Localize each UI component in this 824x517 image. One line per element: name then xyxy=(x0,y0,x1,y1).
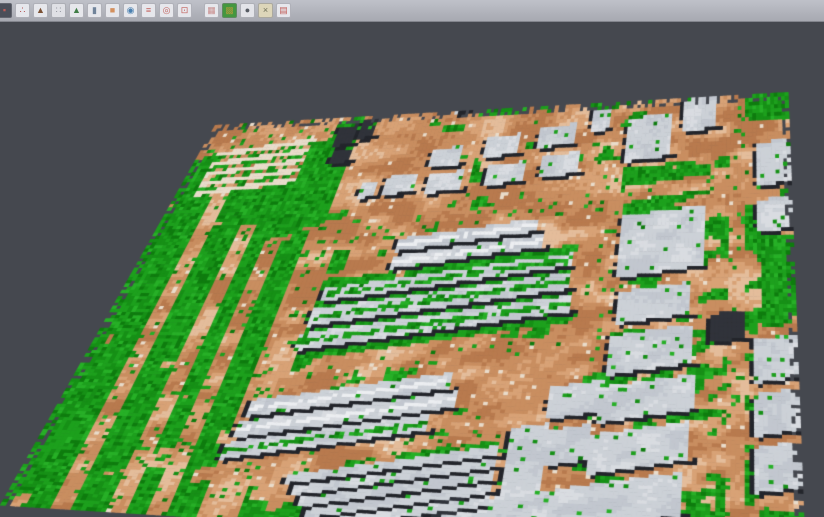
app-window: ▪∴▲∷▲▮■◉≡◎⊡▦▩●×▤ xyxy=(0,0,824,517)
classified-map-icon[interactable]: ▩ xyxy=(222,3,237,18)
zoom-extent-icon[interactable]: ⊡ xyxy=(177,3,192,18)
fit-points-icon[interactable]: ∴ xyxy=(15,3,30,18)
render-circle-icon[interactable]: ◎ xyxy=(159,3,174,18)
terrain-green-icon[interactable]: ▲ xyxy=(69,3,84,18)
toolbar: ▪∴▲∷▲▮■◉≡◎⊡▦▩●×▤ xyxy=(0,0,824,22)
points-gray-icon[interactable]: ∷ xyxy=(51,3,66,18)
viewport-3d[interactable] xyxy=(0,22,824,517)
selection-dark-icon[interactable]: ▪ xyxy=(0,3,12,18)
profile-lines-icon[interactable]: ≡ xyxy=(141,3,156,18)
globe-3d-icon[interactable]: ◉ xyxy=(123,3,138,18)
column-view-icon[interactable]: ▮ xyxy=(87,3,102,18)
snapshot-icon[interactable]: ● xyxy=(240,3,255,18)
flag-layers-icon[interactable]: ▤ xyxy=(276,3,291,18)
grid-select-icon[interactable]: ▦ xyxy=(204,3,219,18)
ortho-image-icon[interactable]: ■ xyxy=(105,3,120,18)
terrain-brown-icon[interactable]: ▲ xyxy=(33,3,48,18)
export-marks-icon[interactable]: × xyxy=(258,3,273,18)
